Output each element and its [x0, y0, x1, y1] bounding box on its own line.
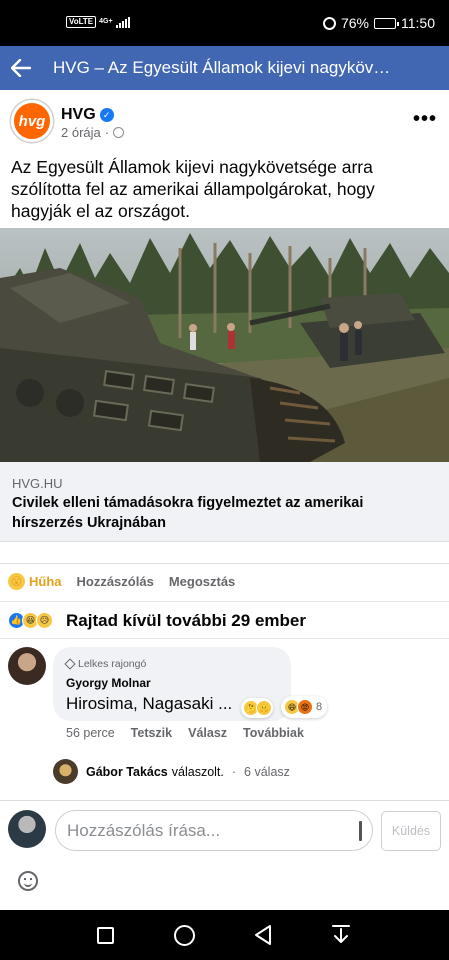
share-label: Megosztás — [168, 574, 236, 589]
fan-badge: Lelkes rajongó — [64, 658, 147, 670]
reply-author: Gábor Takács — [86, 764, 168, 779]
reply-button[interactable]: Válasz — [188, 726, 227, 740]
network-type: 4G+ — [99, 18, 113, 25]
send-button[interactable]: Küldés — [381, 811, 441, 851]
verified-badge-icon: ✓ — [99, 108, 114, 122]
post-image[interactable] — [0, 228, 449, 462]
actions-row: 😮 Hűha Hozzászólás Megosztás — [8, 573, 235, 590]
share-button[interactable]: Megosztás — [169, 574, 235, 589]
comment-reactions[interactable]: 😆 😡 8 — [281, 696, 328, 718]
shush-emoji-icon: 🤫 — [256, 700, 272, 716]
logo-text: hvg — [18, 112, 46, 130]
comment-meta: 56 perce Tetszik Válasz Továbbiak — [66, 726, 320, 740]
react-button[interactable]: 😮 Hűha — [8, 573, 62, 590]
more-options-icon[interactable]: ••• — [413, 108, 437, 131]
reply-separator: · — [231, 764, 237, 779]
post-actions: 😮 Hűha Hozzászólás Megosztás — [0, 563, 449, 601]
emoji-picker-icon[interactable] — [18, 871, 38, 891]
back-triangle-icon[interactable] — [253, 924, 273, 946]
home-icon[interactable] — [174, 925, 195, 946]
back-arrow-icon[interactable] — [0, 46, 42, 90]
page-title: HVG – Az Egyesült Államok kijevi nagyköv… — [53, 58, 391, 77]
clock: 11:50 — [401, 15, 435, 31]
status-left: VoLTE 4G+ — [66, 16, 130, 28]
status-right: 76% 11:50 — [322, 15, 435, 31]
system-nav-bar — [0, 910, 449, 960]
comment-input[interactable]: Hozzászólás írása... — [55, 810, 373, 851]
comment-author[interactable]: Gyorgy Molnar — [66, 676, 151, 690]
like-comment-button[interactable]: Tetszik — [131, 726, 172, 740]
notification-pull-icon[interactable] — [331, 924, 351, 946]
post-meta: 2 órája · — [61, 125, 125, 140]
signal-icon — [115, 16, 130, 28]
text-cursor — [359, 821, 362, 841]
destroyed-tanks-photo — [0, 228, 449, 462]
post-text: Az Egyesült Államok kijevi nagykövetsége… — [11, 157, 375, 221]
reply-action: válaszolt. — [171, 764, 224, 779]
link-domain: HVG.HU — [12, 476, 63, 491]
page-name-text[interactable]: HVG — [61, 106, 96, 124]
reply-avatar — [53, 759, 78, 784]
reply-count: 6 válasz — [244, 764, 290, 779]
comment-input-placeholder: Hozzászólás írása... — [67, 820, 221, 840]
diamond-icon — [64, 658, 76, 670]
comment-inline-emojis: 🤔 🤫 — [241, 698, 273, 718]
comment-button[interactable]: Hozzászólás — [77, 574, 154, 589]
comment-text: Hirosima, Nagasaki ... — [66, 694, 233, 713]
status-bar: VoLTE 4G+ 76% 11:50 — [0, 0, 449, 46]
alarm-icon — [322, 16, 336, 30]
fan-badge-label: Lelkes rajongó — [78, 658, 147, 670]
react-label: Hűha — [29, 574, 62, 589]
angry-reaction-icon: 😡 — [297, 699, 313, 715]
replies-preview[interactable]: Gábor Takács válaszolt. · 6 válasz — [53, 759, 290, 784]
more-comment-button[interactable]: Továbbiak — [243, 726, 304, 740]
meta-separator: · — [104, 125, 110, 140]
commenter-avatar[interactable] — [8, 647, 46, 685]
comment-label: Hozzászólás — [76, 574, 154, 589]
link-preview[interactable]: HVG.HU Civilek elleni támadásokra figyel… — [0, 462, 449, 542]
battery-percent: 76% — [340, 15, 369, 31]
app-bar: HVG – Az Egyesült Államok kijevi nagyköv… — [0, 46, 449, 90]
comment-age: 56 perce — [66, 726, 115, 740]
link-title: Civilek elleni támadásokra figyelmeztet … — [12, 495, 364, 531]
recents-icon[interactable] — [97, 927, 114, 944]
page-name[interactable]: HVG ✓ — [61, 106, 114, 124]
wow-icon: 😮 — [8, 573, 25, 590]
reactions-text: Rajtad kívül további 29 ember — [66, 611, 306, 630]
reactions-summary[interactable]: 👍 😆 😥 Rajtad kívül további 29 ember — [0, 601, 449, 639]
page-avatar[interactable]: hvg — [11, 100, 53, 142]
post-header: hvg HVG ✓ 2 órája · ••• — [0, 90, 449, 152]
globe-icon — [113, 127, 125, 138]
my-avatar — [8, 810, 46, 848]
comment-composer: Hozzászólás írása... Küldés — [0, 800, 449, 910]
sad-reaction-icon: 😥 — [36, 612, 53, 629]
post-time[interactable]: 2 órája — [61, 125, 101, 140]
battery-icon — [374, 17, 399, 29]
reaction-icons: 👍 😆 😥 — [8, 612, 53, 629]
volte-indicator: VoLTE — [66, 16, 97, 28]
comment-reaction-count: 8 — [316, 701, 323, 713]
